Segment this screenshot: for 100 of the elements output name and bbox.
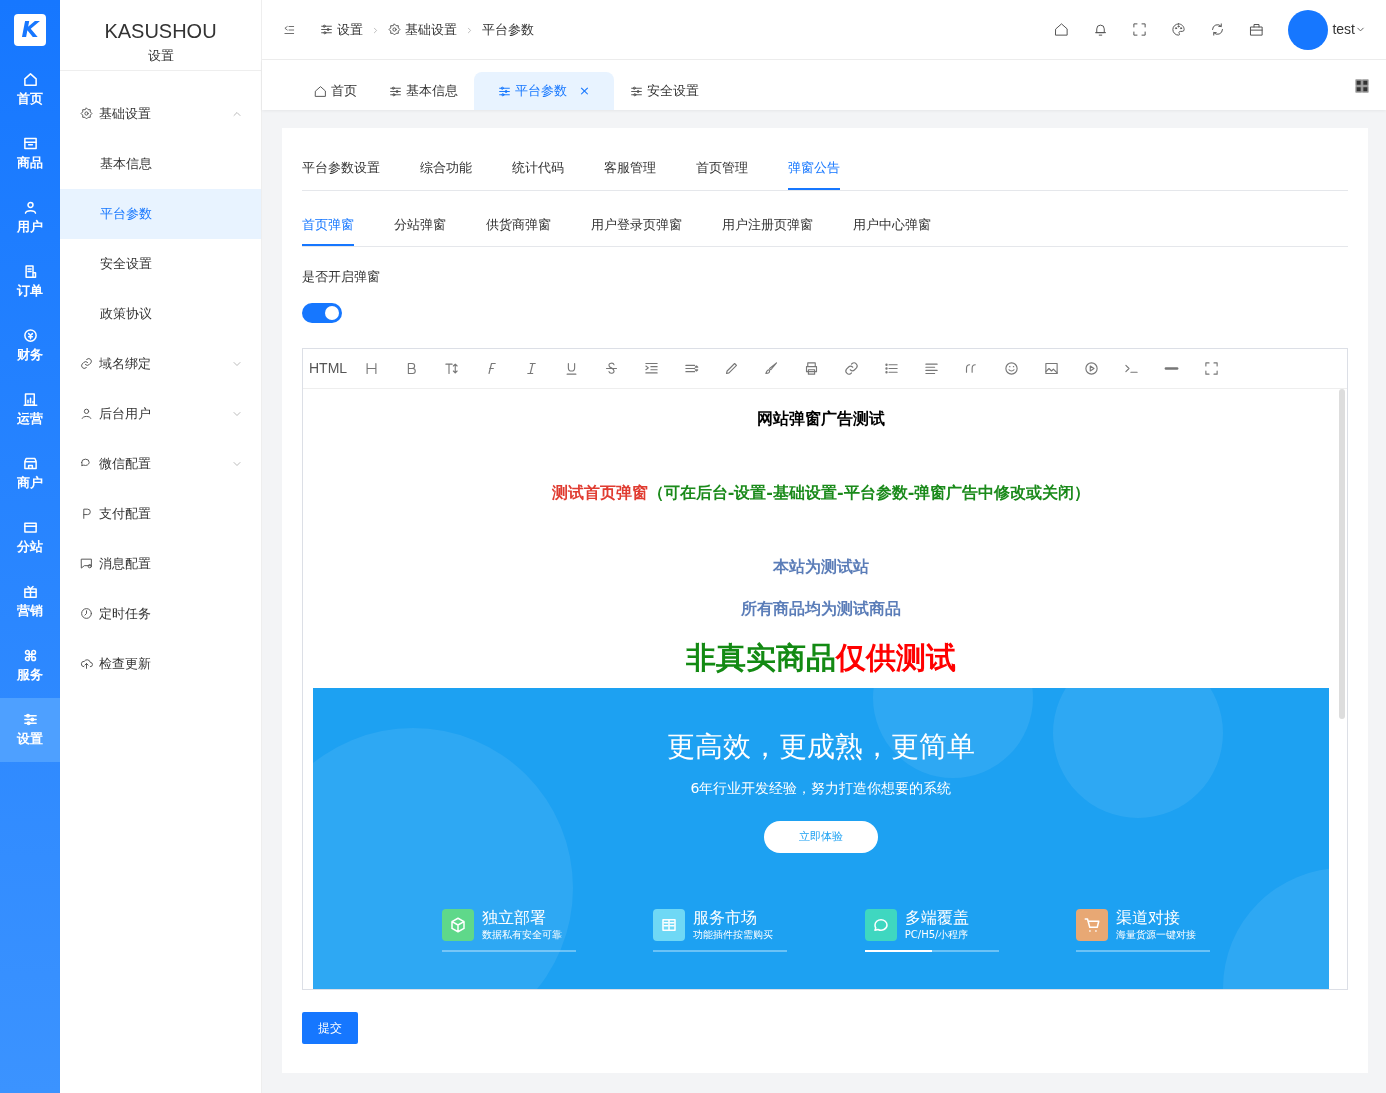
nav-item[interactable]: 商户 <box>0 442 60 506</box>
strikethrough-icon[interactable] <box>603 361 619 376</box>
user-menu[interactable]: test <box>1332 19 1366 40</box>
user-icon <box>22 199 38 215</box>
toolbar-button[interactable] <box>1132 22 1148 37</box>
editor-text: 网站弹窗广告测试 <box>756 408 886 430</box>
gift-icon <box>22 583 38 599</box>
doc-icon <box>22 263 38 279</box>
list-icon[interactable] <box>883 361 899 376</box>
nav-item[interactable]: 分站 <box>0 506 60 570</box>
link-icon[interactable] <box>843 361 859 376</box>
nav-item[interactable]: 商品 <box>0 122 60 186</box>
menu-item[interactable]: 域名绑定 <box>60 338 261 389</box>
avatar[interactable] <box>1288 9 1329 50</box>
submit-button[interactable]: 提交 <box>302 1012 358 1044</box>
separator-icon <box>465 25 474 35</box>
nav-item[interactable]: 用户 <box>0 186 60 250</box>
submenu-item[interactable]: 平台参数 <box>60 188 261 239</box>
sliders-icon <box>498 84 511 98</box>
feature-title: 多端覆盖 <box>904 909 969 927</box>
cart-icon <box>1083 916 1102 934</box>
menu-item[interactable]: 检查更新 <box>60 638 261 689</box>
logo: K <box>14 14 46 46</box>
image-icon[interactable] <box>1043 361 1059 376</box>
nav-item[interactable]: 运营 <box>0 378 60 442</box>
submenu-item[interactable]: 基本信息 <box>60 138 261 189</box>
banner-subtitle: 6年行业开发经验，努力打造你想要的系统 <box>690 779 952 798</box>
toolbar-button[interactable] <box>1171 22 1187 37</box>
menu-item[interactable]: 支付配置 <box>60 488 261 539</box>
refresh-icon <box>1210 22 1226 37</box>
menu-item[interactable]: 定时任务 <box>60 588 261 639</box>
font-size-icon[interactable] <box>443 361 459 376</box>
sliders-icon <box>389 84 402 98</box>
brush-icon[interactable] <box>763 361 779 376</box>
tab[interactable]: 用户中心弹窗 <box>853 204 931 246</box>
editor-text: 本站为测试站 <box>772 556 870 578</box>
editor-text: 所有商品均为测试商品 <box>740 598 902 620</box>
page-tab[interactable]: 平台参数 × <box>474 72 614 110</box>
nav-item[interactable]: 订单 <box>0 250 60 314</box>
sliders-icon <box>629 84 643 98</box>
quote-icon[interactable] <box>963 361 979 376</box>
align-icon[interactable] <box>923 361 939 376</box>
nav-item[interactable]: 财务 <box>0 314 60 378</box>
tab[interactable]: 用户登录页弹窗 <box>591 204 682 246</box>
menu-item[interactable]: 后台用户 <box>60 388 261 439</box>
breadcrumb-item[interactable]: 平台参数 <box>482 19 534 40</box>
tab[interactable]: 供货商弹窗 <box>486 204 551 246</box>
grid-icon <box>1354 78 1370 94</box>
feature-text: 海量货源一键对接 <box>1116 928 1197 942</box>
heading-icon[interactable] <box>363 361 379 376</box>
palette-icon <box>1171 22 1187 37</box>
nav-item[interactable]: 首页 <box>0 58 60 122</box>
tab[interactable]: 平台参数设置 <box>302 148 380 190</box>
tab[interactable]: 用户注册页弹窗 <box>722 204 813 246</box>
editor-text: 测试首页弹窗（可在后台-设置-基础设置-平台参数-弹窗广告中修改或关闭） <box>550 482 1092 504</box>
printer-icon[interactable] <box>803 361 819 376</box>
page-tab[interactable]: 首页 <box>298 72 373 110</box>
breadcrumb-item[interactable]: 设置 <box>320 19 363 40</box>
tab[interactable]: 分站弹窗 <box>394 204 446 246</box>
sliders-icon <box>320 23 333 36</box>
briefcase-icon <box>1249 22 1265 37</box>
menu-item[interactable]: 消息配置 <box>60 538 261 589</box>
toolbar-button[interactable] <box>1054 22 1070 37</box>
tab[interactable]: 客服管理 <box>604 148 656 190</box>
toolbar-button[interactable] <box>1249 22 1265 37</box>
indent-icon[interactable] <box>643 361 659 376</box>
feature-title: 渠道对接 <box>1116 909 1182 927</box>
close-button[interactable]: × <box>579 81 590 101</box>
breadcrumb-item[interactable]: 基础设置 <box>388 19 457 40</box>
home-icon <box>22 71 38 87</box>
fullscreen-icon[interactable] <box>1203 361 1219 376</box>
pen-icon[interactable] <box>723 361 739 376</box>
menu-item[interactable]: 微信配置 <box>60 438 261 489</box>
tab[interactable]: 首页管理 <box>696 148 748 190</box>
brand-title: KASUSHOU <box>103 19 218 44</box>
fullscreen-icon <box>1132 22 1148 37</box>
emoji-icon[interactable] <box>1003 361 1019 376</box>
toolbar-button[interactable] <box>1093 22 1109 37</box>
tab[interactable]: 统计代码 <box>512 148 564 190</box>
toolbar-button[interactable] <box>1210 22 1226 37</box>
section-title: 设置 <box>60 46 261 71</box>
menu-item[interactable]: 基础设置 <box>60 88 261 139</box>
field-label: 是否开启弹窗 <box>302 268 381 286</box>
toggle-switch[interactable] <box>302 302 342 323</box>
submenu-item[interactable]: 安全设置 <box>60 238 261 289</box>
page-tab[interactable]: 安全设置 <box>613 72 715 110</box>
video-icon[interactable] <box>1083 361 1099 376</box>
tab[interactable]: 综合功能 <box>420 148 472 190</box>
feature-text: 数据私有安全可靠 <box>481 928 562 942</box>
link-icon <box>80 357 93 370</box>
card-icon <box>22 519 38 535</box>
gear-icon <box>388 23 401 36</box>
cube-icon <box>448 916 467 934</box>
shop-icon <box>22 455 38 471</box>
tab[interactable]: 首页弹窗 <box>302 204 354 246</box>
submenu-item[interactable]: 政策协议 <box>60 288 261 339</box>
tab[interactable]: 弹窗公告 <box>788 148 840 190</box>
page-tab[interactable]: 基本信息 <box>373 72 474 110</box>
bubble-icon <box>871 916 890 934</box>
toolbar-button[interactable]: HTML <box>309 358 348 379</box>
